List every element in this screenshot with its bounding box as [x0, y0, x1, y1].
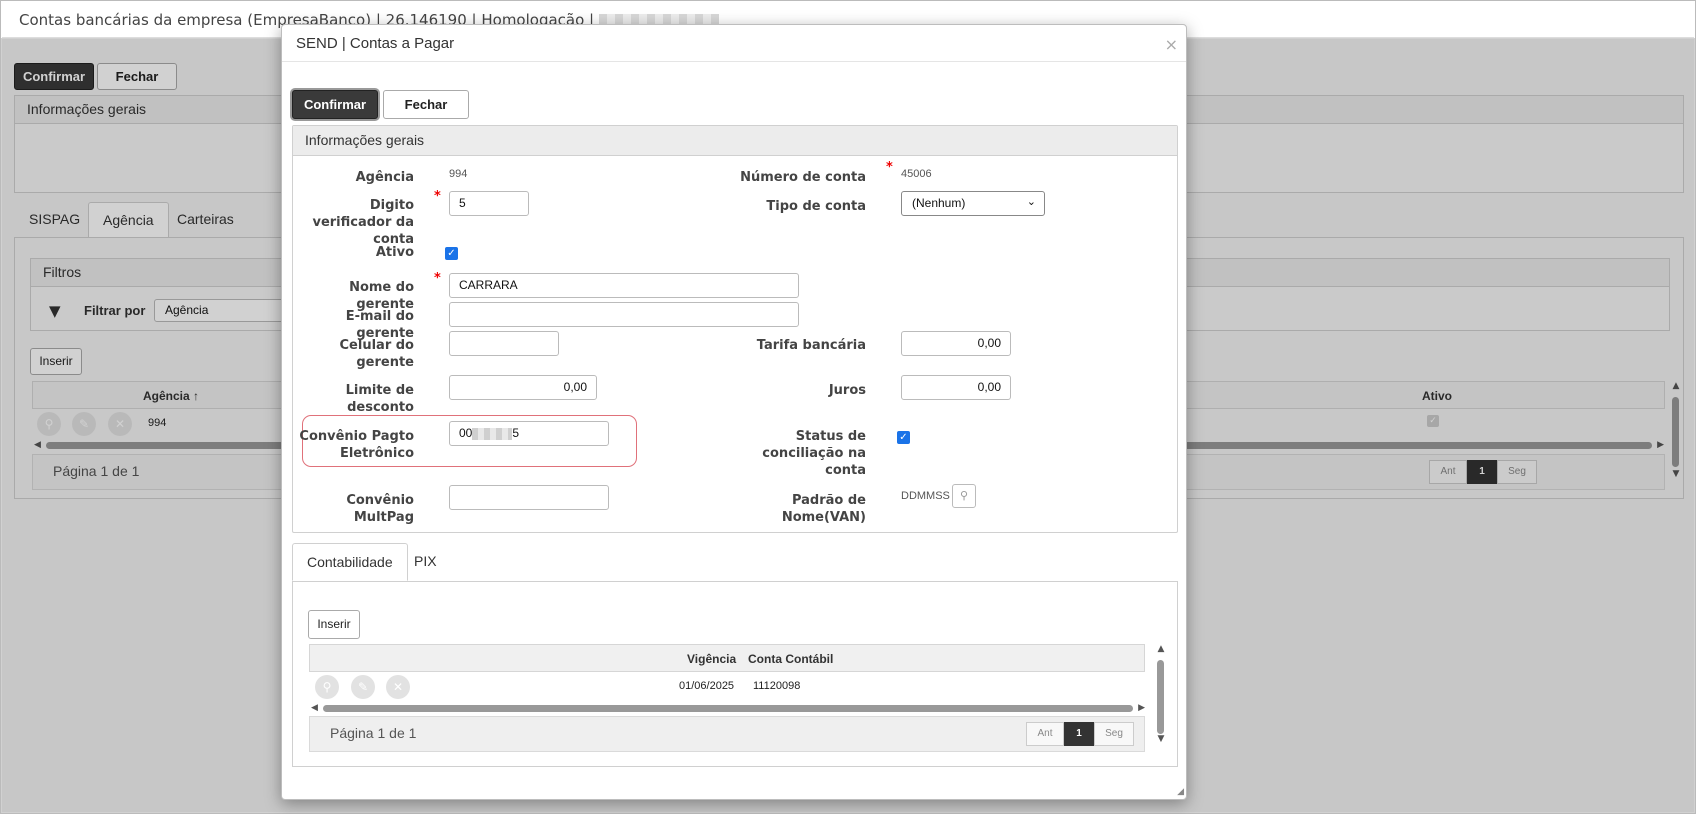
contabilidade-tab-content: Inserir Vigência Conta Contábil ⚲ ✎ ✕ 01… [292, 581, 1178, 767]
ativo-label: Ativo [375, 245, 414, 260]
convenio-multpag-field[interactable] [449, 485, 609, 510]
tab-pix[interactable]: PIX [400, 543, 451, 579]
convenio-pagto-label: Convênio Pagto Eletrônico [299, 429, 414, 461]
pager: Página 1 de 1 Ant 1 Seg [309, 716, 1145, 752]
modal-dialog: SEND | Contas a Pagar × Confirmar Fechar… [281, 24, 1187, 800]
limite-desconto-field[interactable]: 0,00 [449, 375, 597, 400]
padrao-nome-label: Padrão de Nome(VAN) [781, 493, 866, 525]
cell-conta-contabil: 11120098 [753, 680, 801, 692]
modal-title: SEND | Contas a Pagar [296, 35, 455, 52]
column-vigencia[interactable]: Vigência [687, 652, 736, 666]
agencia-label: Agência [355, 170, 414, 185]
numero-conta-label: Número de conta [740, 170, 866, 185]
agencia-value: 994 [449, 168, 468, 180]
modal-divider [282, 61, 1186, 62]
vertical-scrollbar[interactable]: ▲ ▼ [1155, 644, 1167, 744]
celular-gerente-label: Celular do gerente [339, 338, 414, 370]
search-icon[interactable]: ⚲ [315, 675, 339, 699]
convenio-pagto-start: 00 [459, 426, 473, 440]
search-icon[interactable]: ⚲ [952, 484, 976, 508]
juros-label: Juros [828, 383, 866, 398]
status-conciliacao-label: Status de conciliação na conta [762, 429, 866, 478]
horizontal-scrollbar[interactable]: ◀ ▶ [311, 701, 1145, 715]
celular-gerente-field[interactable] [449, 331, 559, 356]
digito-field[interactable]: 5 [449, 191, 529, 216]
column-conta-contabil[interactable]: Conta Contábil [748, 652, 833, 666]
convenio-pagto-field[interactable]: 00 5 [449, 421, 609, 446]
insert-button[interactable]: Inserir [308, 610, 360, 639]
tipo-conta-select[interactable]: (Nenhum) ⌄ [901, 191, 1045, 216]
table-row[interactable]: ⚲ ✎ ✕ 01/06/2025 11120098 [309, 672, 1145, 700]
convenio-multpag-label: Convênio MultPag [346, 493, 414, 525]
tab-contabilidade[interactable]: Contabilidade [292, 543, 408, 581]
pager-prev[interactable]: Ant [1026, 722, 1064, 746]
redacted-digits [472, 427, 513, 440]
delete-icon[interactable]: ✕ [386, 675, 410, 699]
ativo-checkbox[interactable]: ✓ [445, 247, 458, 260]
required-marker: * [434, 189, 441, 204]
cell-vigencia: 01/06/2025 [679, 680, 735, 692]
juros-field[interactable]: 0,00 [901, 375, 1011, 400]
pager-next[interactable]: Seg [1094, 722, 1134, 746]
modal-close-button[interactable]: Fechar [383, 90, 469, 119]
resize-handle-icon[interactable]: ◢ [1177, 787, 1184, 797]
tipo-conta-value: (Nenhum) [912, 196, 966, 210]
general-info-section-title: Informações gerais [293, 126, 1177, 156]
required-marker: * [434, 271, 441, 286]
nome-gerente-field[interactable]: CARRARA [449, 273, 799, 298]
tipo-conta-label: Tipo de conta [766, 199, 866, 214]
email-gerente-field[interactable] [449, 302, 799, 327]
tarifa-field[interactable]: 0,00 [901, 331, 1011, 356]
limite-desconto-label: Limite de desconto [345, 383, 414, 415]
required-marker: * [886, 160, 893, 175]
pager-text: Página 1 de 1 [330, 725, 417, 741]
digito-label: Digito verificador da conta [312, 198, 414, 247]
chevron-down-icon: ⌄ [1026, 196, 1036, 208]
status-conciliacao-checkbox[interactable]: ✓ [897, 431, 910, 444]
numero-conta-value: 45006 [901, 168, 932, 180]
edit-icon[interactable]: ✎ [351, 675, 375, 699]
close-icon[interactable]: × [1165, 35, 1178, 54]
modal-confirm-button[interactable]: Confirmar [292, 90, 378, 119]
pager-current[interactable]: 1 [1064, 722, 1094, 746]
padrao-nome-value: DDMMSS [901, 490, 950, 502]
grid-header: Vigência Conta Contábil [309, 644, 1145, 672]
convenio-pagto-end: 5 [512, 426, 520, 440]
tarifa-label: Tarifa bancária [756, 338, 866, 353]
